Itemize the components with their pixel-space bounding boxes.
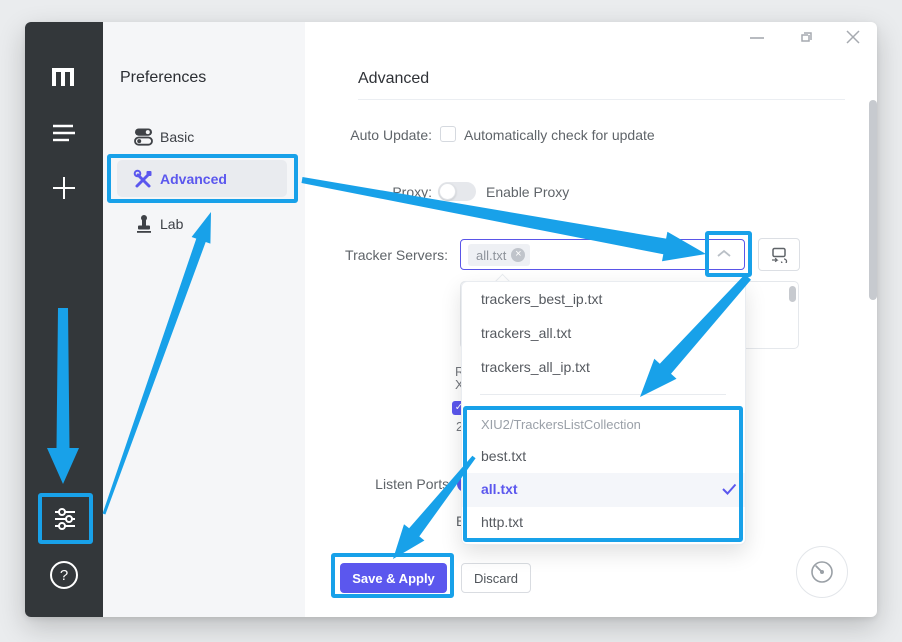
annotation-box-settings-icon [38,493,93,544]
lab-stamp-icon [135,214,153,233]
help-icon[interactable]: ? [50,561,78,589]
window-scrollbar[interactable] [869,100,877,300]
tracker-servers-label: Tracker Servers: [300,247,448,263]
annotation-box-save-button [331,553,454,598]
tag-remove-icon[interactable]: × [511,248,525,262]
page-title: Advanced [358,70,429,88]
proxy-label: Proxy: [300,184,432,200]
textarea-scrollbar[interactable] [789,286,796,302]
motrix-logo-icon [49,64,79,88]
toggles-icon [134,127,153,146]
maximize-restore-icon[interactable] [799,29,815,45]
annotation-box-chevron [705,231,752,277]
speed-limit-button[interactable] [796,546,848,598]
preferences-title: Preferences [120,69,206,87]
auto-update-label: Auto Update: [300,127,432,143]
speedometer-icon [808,558,836,586]
proxy-toggle[interactable] [438,182,476,201]
dropdown-item[interactable]: trackers_all.txt [481,325,571,341]
dropdown-divider [480,394,726,395]
sidebar-item-lab[interactable]: Lab [160,216,183,232]
auto-update-checkbox[interactable] [440,126,456,142]
sync-icon [770,247,788,263]
refresh-trackers-button[interactable] [758,238,800,271]
minimize-icon[interactable] [749,30,765,46]
annotation-box-advanced [107,154,298,203]
close-icon[interactable] [845,29,861,45]
discard-button[interactable]: Discard [461,563,531,593]
preferences-panel [103,22,305,617]
listen-ports-label: Listen Ports: [300,476,453,492]
proxy-toggle-label: Enable Proxy [486,184,569,200]
dropdown-item[interactable]: trackers_best_ip.txt [481,291,602,307]
annotation-box-dropdown-group [463,406,743,542]
screenshot-stage: ? Preferences Basic Advanced Lab Advanc [0,0,902,642]
title-divider [358,99,845,100]
toggle-knob [439,183,456,200]
add-task-icon[interactable] [52,176,76,200]
selected-tag-label: all.txt [476,248,506,263]
sidebar-item-basic[interactable]: Basic [160,129,194,145]
task-list-icon[interactable] [52,124,76,142]
dropdown-item[interactable]: trackers_all_ip.txt [481,359,590,375]
auto-update-checkbox-label[interactable]: Automatically check for update [464,127,655,143]
selected-tag: all.txt × [468,244,530,266]
